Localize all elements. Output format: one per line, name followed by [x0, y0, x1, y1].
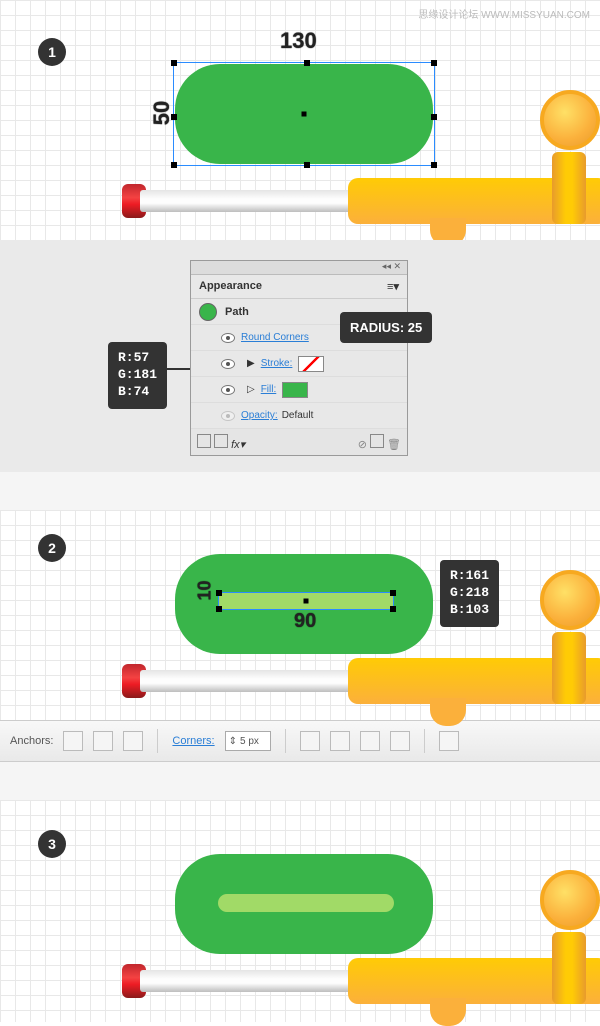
corners-label[interactable]: Corners: [172, 735, 214, 747]
corners-value: 5 px [240, 736, 259, 747]
visibility-icon[interactable] [221, 411, 235, 421]
step-3-canvas: 3 [0, 800, 600, 1022]
stroke-label[interactable]: Stroke: [261, 358, 293, 369]
panel-footer: fx▾ ⊘ 🗑 [191, 429, 407, 455]
opacity-row[interactable]: Opacity: Default [191, 403, 407, 429]
selection-box[interactable] [173, 62, 435, 166]
visibility-icon[interactable] [221, 385, 235, 395]
panel-tabs-row[interactable]: ◂◂ ✕ [191, 261, 407, 275]
round-corners-link[interactable]: Round Corners [241, 332, 309, 343]
trash-icon[interactable]: 🗑 [387, 439, 401, 451]
align-icon[interactable] [360, 731, 380, 751]
tool-icon[interactable] [439, 731, 459, 751]
new-icon[interactable] [370, 434, 384, 448]
rgb-tooltip-2: R:161 G:218 B:103 [440, 560, 499, 627]
watergun-illustration [100, 170, 600, 240]
footer-icon[interactable] [214, 434, 228, 448]
footer-icon[interactable] [197, 434, 211, 448]
rgb-r: R:57 [118, 350, 157, 367]
anchor-tool-icon[interactable] [93, 731, 113, 751]
rgb-tooltip-1: R:57 G:181 B:74 [108, 342, 167, 409]
dimension-width: 130 [280, 28, 317, 54]
fill-row[interactable]: ▷Fill: [191, 377, 407, 403]
rgb-b: B:74 [118, 384, 157, 401]
rgb-b: B:103 [450, 602, 489, 619]
visibility-icon[interactable] [221, 359, 235, 369]
step-1-canvas: 思缘设计论坛 WWW.MISSYUAN.COM 1 130 50 [0, 0, 600, 240]
separator [0, 472, 600, 510]
inner-bar-rounded [218, 894, 394, 912]
align-icon[interactable] [300, 731, 320, 751]
radius-tooltip: RADIUS: 25 [340, 312, 432, 343]
anchor-convert-icon[interactable] [63, 731, 83, 751]
rgb-r: R:161 [450, 568, 489, 585]
anchors-label: Anchors: [10, 735, 53, 747]
fill-swatch[interactable] [282, 382, 308, 398]
rgb-g: G:181 [118, 367, 157, 384]
align-icon[interactable] [330, 731, 350, 751]
step-badge-1: 1 [38, 38, 66, 66]
fill-label[interactable]: Fill: [261, 384, 277, 395]
opacity-value: Default [282, 410, 314, 421]
options-toolbar[interactable]: Anchors: Corners: ⇕5 px [0, 720, 600, 762]
dimension-height: 10 [195, 580, 216, 600]
rgb-g: G:218 [450, 585, 489, 602]
corners-input[interactable]: ⇕5 px [225, 731, 271, 751]
path-swatch-icon [199, 303, 217, 321]
appearance-panel[interactable]: ◂◂ ✕ Appearance ≡▾ Path Round Corners ▶St… [190, 260, 408, 456]
dimension-height: 50 [149, 101, 175, 125]
watergun-illustration [100, 950, 600, 1020]
panel-title: Appearance [199, 280, 262, 293]
anchor-cut-icon[interactable] [123, 731, 143, 751]
watermark: 思缘设计论坛 WWW.MISSYUAN.COM [418, 6, 590, 21]
align-icon[interactable] [390, 731, 410, 751]
visibility-icon[interactable] [221, 333, 235, 343]
stroke-swatch[interactable] [298, 356, 324, 372]
dimension-width: 90 [294, 610, 316, 633]
step-badge-3: 3 [38, 830, 66, 858]
path-label: Path [225, 306, 249, 318]
panel-menu-icon[interactable]: ≡▾ [387, 280, 399, 293]
opacity-label[interactable]: Opacity: [241, 410, 278, 421]
fx-menu[interactable]: fx▾ [231, 439, 245, 451]
step-2-canvas: 2 10 90 R:161 G:218 B:103 [0, 510, 600, 720]
selection-box[interactable] [218, 592, 394, 610]
watergun-illustration [100, 650, 600, 720]
panel-section: R:57 G:181 B:74 ◂◂ ✕ Appearance ≡▾ Path R… [0, 240, 600, 472]
step-badge-2: 2 [38, 534, 66, 562]
separator [0, 762, 600, 800]
stroke-row[interactable]: ▶Stroke: [191, 351, 407, 377]
callout-line [160, 368, 192, 370]
